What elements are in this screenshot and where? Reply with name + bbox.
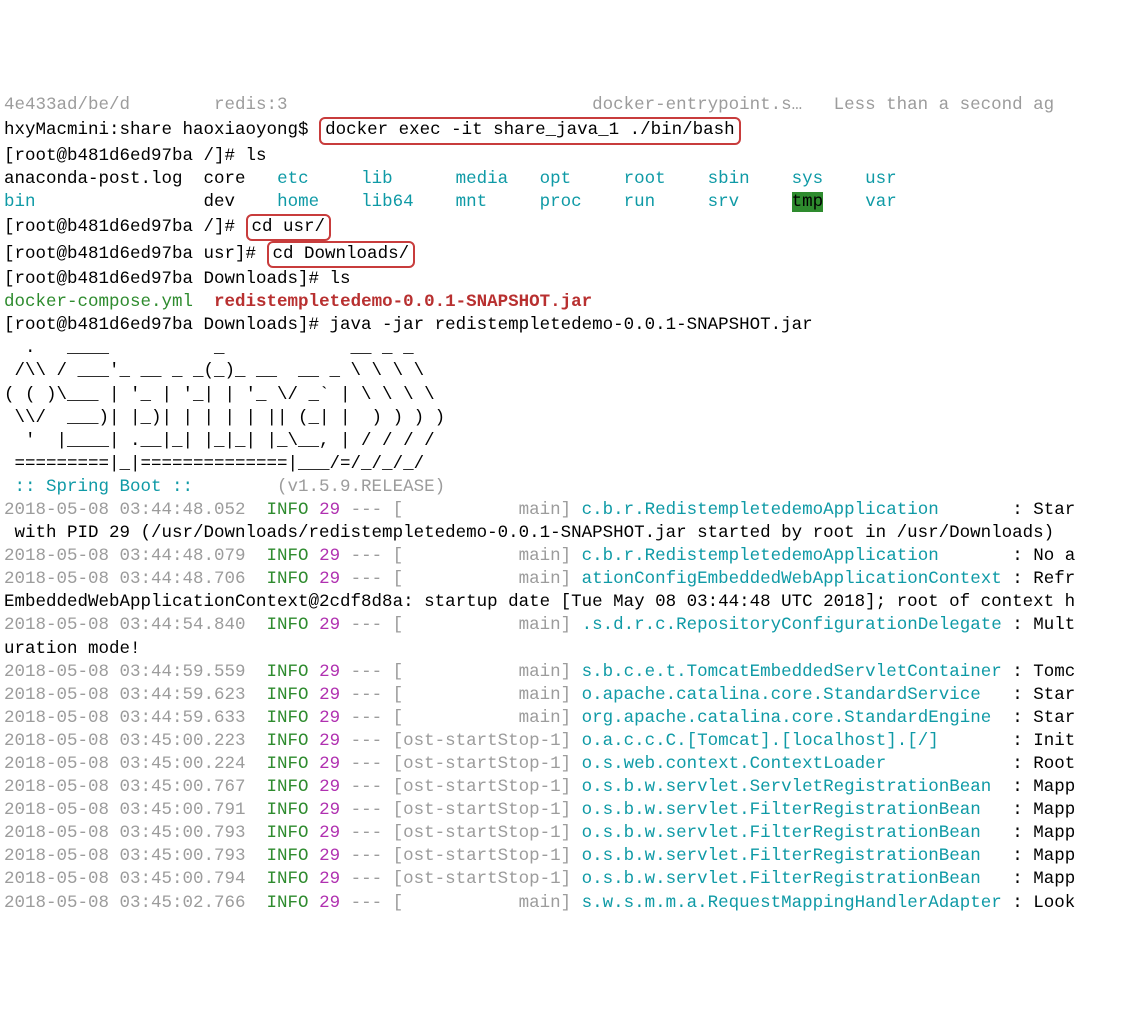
log-timestamp: 2018-05-08 03:45:00.224: [4, 754, 267, 774]
log-timestamp: 2018-05-08 03:45:02.766: [4, 893, 267, 913]
log-level: INFO: [267, 823, 309, 843]
terminal-line: \\/ ___)| |_)| | | | | || (_| | ) ) ) ): [4, 407, 1117, 430]
terminal-line: ' |____| .__|_| |_|_| |_\__, | / / / /: [4, 430, 1117, 453]
terminal-line: 2018-05-08 03:45:00.224 INFO 29 --- [ost…: [4, 753, 1117, 776]
terminal-line: 2018-05-08 03:45:00.793 INFO 29 --- [ost…: [4, 845, 1117, 868]
log-level: INFO: [267, 615, 309, 635]
log-timestamp: 2018-05-08 03:44:59.559: [4, 662, 267, 682]
terminal-line: =========|_|==============|___/=/_/_/_/: [4, 453, 1117, 476]
log-logger-class: ationConfigEmbeddedWebApplicationContext: [582, 569, 1002, 589]
log-level: INFO: [267, 546, 309, 566]
terminal-line: 2018-05-08 03:44:59.633 INFO 29 --- [ ma…: [4, 707, 1117, 730]
log-pid: 29: [319, 754, 340, 774]
log-pid: 29: [319, 546, 340, 566]
log-logger-class: .s.d.r.c.RepositoryConfigurationDelegate: [582, 615, 1002, 635]
log-level: INFO: [267, 800, 309, 820]
terminal-line: [root@b481d6ed97ba Downloads]# ls: [4, 268, 1117, 291]
log-level: INFO: [267, 708, 309, 728]
terminal-line: [root@b481d6ed97ba /]# cd usr/: [4, 214, 1117, 241]
log-logger-class: s.b.c.e.t.TomcatEmbeddedServletContainer: [582, 662, 1002, 682]
log-level: INFO: [267, 662, 309, 682]
log-pid: 29: [319, 731, 340, 751]
terminal-line: 2018-05-08 03:45:00.793 INFO 29 --- [ost…: [4, 822, 1117, 845]
log-pid: 29: [319, 662, 340, 682]
terminal-line: bin dev home lib64 mnt proc run srv tmp …: [4, 191, 1117, 214]
log-timestamp: 2018-05-08 03:44:48.052: [4, 500, 267, 520]
log-logger-class: o.s.b.w.servlet.FilterRegistrationBean: [582, 869, 1002, 889]
log-logger-class: o.s.b.w.servlet.FilterRegistrationBean: [582, 823, 1002, 843]
terminal-line: ( ( )\___ | '_ | '_| | '_ \/ _` | \ \ \ …: [4, 384, 1117, 407]
log-pid: 29: [319, 800, 340, 820]
log-pid: 29: [319, 615, 340, 635]
terminal-line: [root@b481d6ed97ba Downloads]# java -jar…: [4, 314, 1117, 337]
log-level: INFO: [267, 731, 309, 751]
terminal-line: 4e433ad/be/d redis:3 docker-entrypoint.s…: [4, 94, 1117, 117]
log-timestamp: 2018-05-08 03:44:59.633: [4, 708, 267, 728]
log-timestamp: 2018-05-08 03:45:00.793: [4, 846, 267, 866]
terminal-line: [root@b481d6ed97ba usr]# cd Downloads/: [4, 241, 1117, 268]
log-logger-class: org.apache.catalina.core.StandardEngine: [582, 708, 1002, 728]
terminal-line: 2018-05-08 03:44:48.052 INFO 29 --- [ ma…: [4, 499, 1117, 522]
log-timestamp: 2018-05-08 03:44:48.706: [4, 569, 267, 589]
log-logger-class: o.s.b.w.servlet.FilterRegistrationBean: [582, 800, 1002, 820]
terminal-line: 2018-05-08 03:44:48.079 INFO 29 --- [ ma…: [4, 545, 1117, 568]
log-pid: 29: [319, 708, 340, 728]
log-level: INFO: [267, 893, 309, 913]
terminal-line: 2018-05-08 03:45:00.767 INFO 29 --- [ost…: [4, 776, 1117, 799]
log-pid: 29: [319, 869, 340, 889]
terminal-line: 2018-05-08 03:45:00.223 INFO 29 --- [ost…: [4, 730, 1117, 753]
log-logger-class: o.s.b.w.servlet.FilterRegistrationBean: [582, 846, 1002, 866]
log-logger-class: o.s.web.context.ContextLoader: [582, 754, 1002, 774]
log-logger-class: s.w.s.m.m.a.RequestMappingHandlerAdapter: [582, 893, 1002, 913]
terminal-line: 2018-05-08 03:44:59.559 INFO 29 --- [ ma…: [4, 661, 1117, 684]
log-level: INFO: [267, 569, 309, 589]
terminal-line: with PID 29 (/usr/Downloads/redistemplet…: [4, 522, 1117, 545]
log-pid: 29: [319, 846, 340, 866]
terminal-line: 2018-05-08 03:44:48.706 INFO 29 --- [ ma…: [4, 568, 1117, 591]
terminal-line: uration mode!: [4, 638, 1117, 661]
terminal-line: 2018-05-08 03:44:59.623 INFO 29 --- [ ma…: [4, 684, 1117, 707]
log-logger-class: c.b.r.RedistempletedemoApplication: [582, 500, 1002, 520]
terminal-line: EmbeddedWebApplicationContext@2cdf8d8a: …: [4, 591, 1117, 614]
log-level: INFO: [267, 500, 309, 520]
log-timestamp: 2018-05-08 03:45:00.223: [4, 731, 267, 751]
log-logger-class: o.apache.catalina.core.StandardService: [582, 685, 1002, 705]
terminal-line: /\\ / ___'_ __ _ _(_)_ __ __ _ \ \ \ \: [4, 360, 1117, 383]
log-pid: 29: [319, 569, 340, 589]
log-pid: 29: [319, 685, 340, 705]
log-level: INFO: [267, 777, 309, 797]
terminal-line: [root@b481d6ed97ba /]# ls: [4, 145, 1117, 168]
log-level: INFO: [267, 846, 309, 866]
log-timestamp: 2018-05-08 03:45:00.791: [4, 800, 267, 820]
log-pid: 29: [319, 777, 340, 797]
highlight-box-cd-usr: cd usr/: [246, 214, 332, 241]
log-pid: 29: [319, 823, 340, 843]
log-logger-class: c.b.r.RedistempletedemoApplication: [582, 546, 1002, 566]
highlight-box-docker-exec: docker exec -it share_java_1 ./bin/bash: [319, 117, 741, 144]
highlight-box-cd-downloads: cd Downloads/: [267, 241, 416, 268]
terminal-line: 2018-05-08 03:45:00.791 INFO 29 --- [ost…: [4, 799, 1117, 822]
log-timestamp: 2018-05-08 03:44:54.840: [4, 615, 267, 635]
terminal-line: . ____ _ __ _ _: [4, 337, 1117, 360]
terminal-output[interactable]: 4e433ad/be/d redis:3 docker-entrypoint.s…: [4, 94, 1117, 914]
log-level: INFO: [267, 754, 309, 774]
log-level: INFO: [267, 869, 309, 889]
log-level: INFO: [267, 685, 309, 705]
log-timestamp: 2018-05-08 03:44:59.623: [4, 685, 267, 705]
log-timestamp: 2018-05-08 03:45:00.793: [4, 823, 267, 843]
terminal-line: hxyMacmini:share haoxiaoyong$ docker exe…: [4, 117, 1117, 144]
terminal-line: 2018-05-08 03:44:54.840 INFO 29 --- [ ma…: [4, 614, 1117, 637]
log-logger-class: o.s.b.w.servlet.ServletRegistrationBean: [582, 777, 1002, 797]
log-timestamp: 2018-05-08 03:45:00.767: [4, 777, 267, 797]
terminal-line: :: Spring Boot :: (v1.5.9.RELEASE): [4, 476, 1117, 499]
terminal-line: docker-compose.yml redistempletedemo-0.0…: [4, 291, 1117, 314]
log-logger-class: o.a.c.c.C.[Tomcat].[localhost].[/]: [582, 731, 1002, 751]
log-pid: 29: [319, 893, 340, 913]
terminal-line: 2018-05-08 03:45:02.766 INFO 29 --- [ ma…: [4, 892, 1117, 915]
terminal-line: anaconda-post.log core etc lib media opt…: [4, 168, 1117, 191]
log-timestamp: 2018-05-08 03:44:48.079: [4, 546, 267, 566]
log-timestamp: 2018-05-08 03:45:00.794: [4, 869, 267, 889]
log-pid: 29: [319, 500, 340, 520]
terminal-line: 2018-05-08 03:45:00.794 INFO 29 --- [ost…: [4, 868, 1117, 891]
